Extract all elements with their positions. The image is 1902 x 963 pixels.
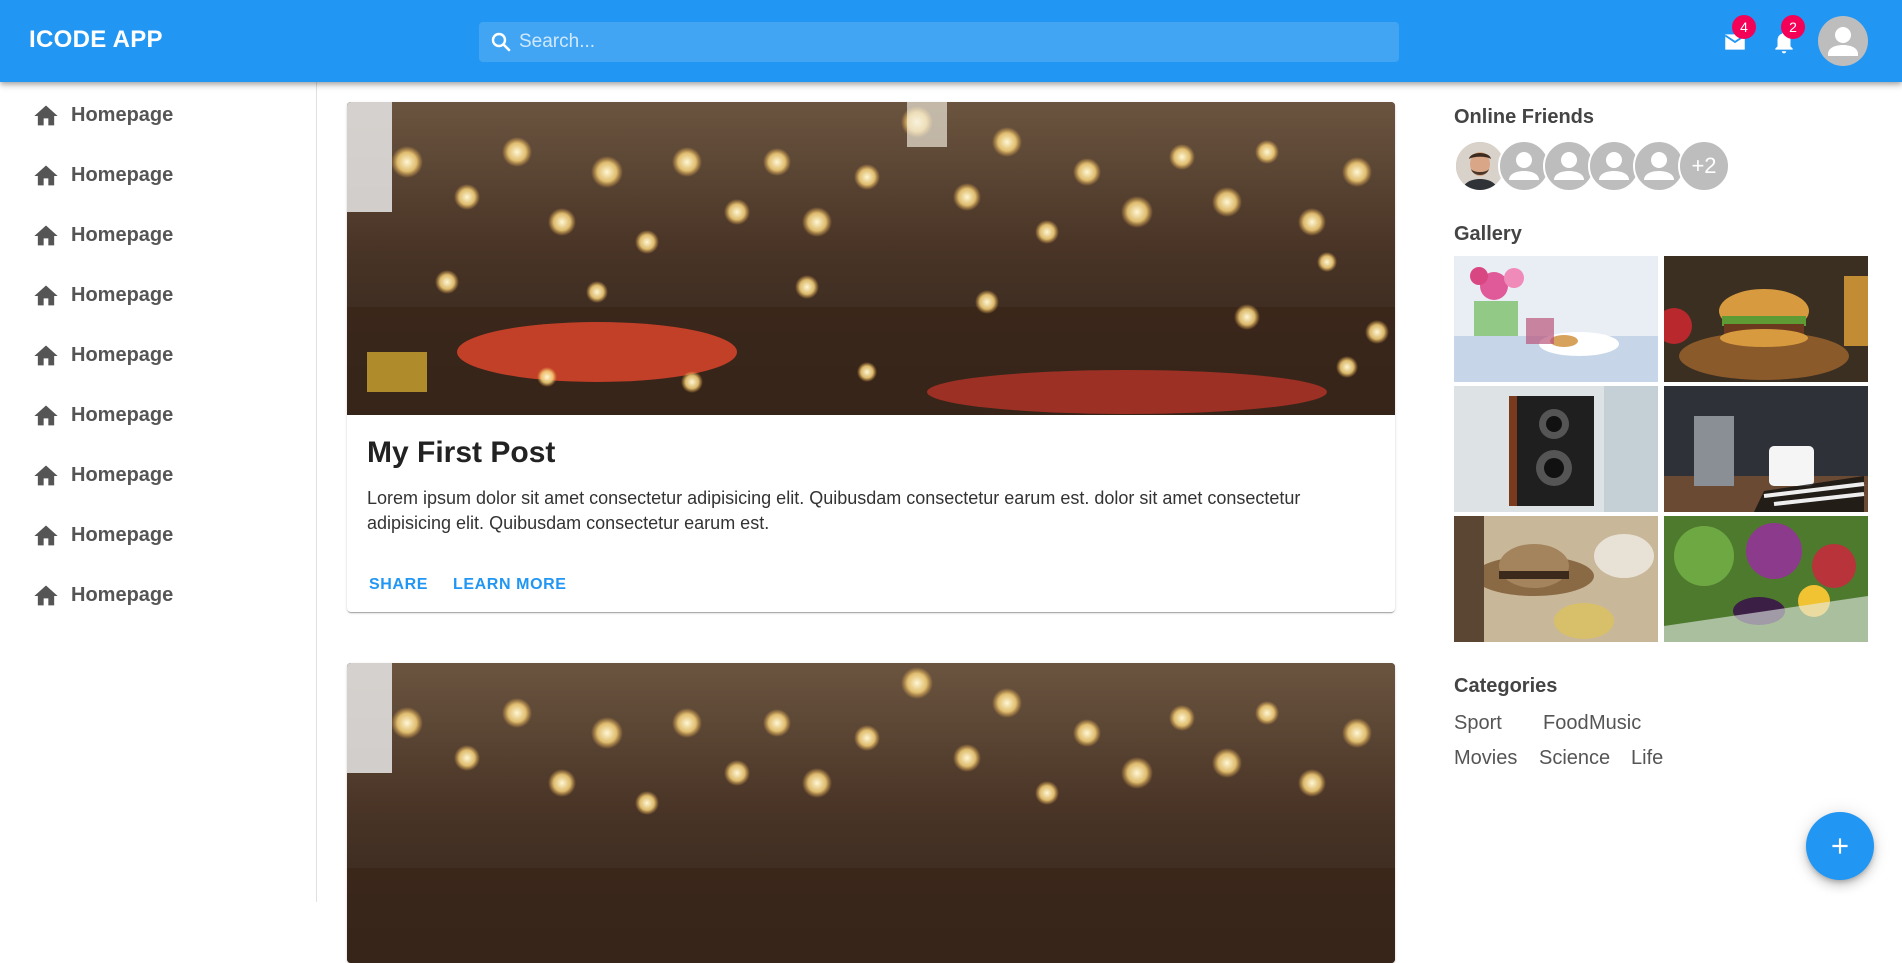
sidebar-item-homepage[interactable]: Homepage [0, 202, 316, 262]
category-link[interactable]: Science [1539, 747, 1610, 770]
bokeh-image [347, 102, 1395, 415]
sidebar-item-homepage[interactable]: Homepage [0, 142, 316, 202]
friends-more-count[interactable]: +2 [1678, 140, 1730, 192]
sidebar-item-label: Homepage [71, 104, 174, 126]
sidebar-item-label: Homepage [71, 404, 174, 426]
home-icon [34, 285, 58, 306]
friend-photo [1456, 142, 1504, 190]
search-box[interactable] [479, 22, 1399, 62]
add-button[interactable] [1806, 812, 1874, 880]
sidebar-item-homepage[interactable]: Homepage [0, 322, 316, 382]
category-link[interactable]: Sport [1454, 712, 1502, 735]
person-icon [1554, 152, 1584, 180]
notifications-badge: 2 [1781, 15, 1805, 39]
home-icon [34, 165, 58, 186]
sidebar-item-label: Homepage [71, 224, 174, 246]
sidebar-item-homepage[interactable]: Homepage [0, 82, 316, 142]
category-link[interactable]: Movies [1454, 747, 1517, 770]
post-card [347, 663, 1395, 963]
category-link[interactable]: Music [1589, 712, 1641, 735]
sidebar-item-homepage[interactable]: Homepage [0, 562, 316, 622]
sidebar-item-label: Homepage [71, 584, 174, 606]
learn-more-button[interactable]: LEARN MORE [449, 570, 571, 600]
gallery-image[interactable] [1454, 256, 1658, 382]
app-bar: ICODE APP 4 2 [0, 0, 1902, 82]
sidebar-item-homepage[interactable]: Homepage [0, 262, 316, 322]
home-icon [34, 225, 58, 246]
sidebar-item-label: Homepage [71, 464, 174, 486]
share-button[interactable]: SHARE [365, 570, 432, 600]
sidebar-item-homepage[interactable]: Homepage [0, 442, 316, 502]
gallery-image[interactable] [1664, 386, 1868, 512]
home-icon [34, 105, 58, 126]
home-icon [34, 405, 58, 426]
mail-button[interactable]: 4 [1714, 15, 1756, 61]
gallery-image[interactable] [1664, 516, 1868, 642]
home-icon [34, 465, 58, 486]
home-icon [34, 525, 58, 546]
gallery-image[interactable] [1454, 386, 1658, 512]
sidebar-item-homepage[interactable]: Homepage [0, 382, 316, 442]
notifications-button[interactable]: 2 [1763, 15, 1805, 61]
account-avatar[interactable] [1818, 16, 1868, 66]
sidebar-item-label: Homepage [71, 344, 174, 366]
app-title: ICODE APP [29, 26, 163, 53]
category-link[interactable]: Food [1543, 712, 1589, 735]
category-link[interactable]: Life [1631, 747, 1663, 770]
account-icon [1828, 27, 1858, 56]
online-friends-title: Online Friends [1454, 106, 1595, 128]
gallery-title: Gallery [1454, 223, 1522, 245]
post-image [347, 663, 1395, 963]
post-card: My First Post Lorem ipsum dolor sit amet… [347, 102, 1395, 612]
search-input[interactable] [519, 22, 1389, 62]
sidebar-item-homepage[interactable]: Homepage [0, 502, 316, 562]
mail-badge: 4 [1732, 15, 1756, 39]
post-image [347, 102, 1395, 415]
bokeh-image [347, 663, 1395, 963]
search-icon [491, 32, 511, 52]
home-icon [34, 585, 58, 606]
person-icon [1509, 152, 1539, 180]
add-icon [1832, 838, 1848, 854]
post-body: Lorem ipsum dolor sit amet consectetur a… [367, 488, 1301, 533]
gallery-image[interactable] [1664, 256, 1868, 382]
gallery-image[interactable] [1454, 516, 1658, 642]
sidebar-item-label: Homepage [71, 164, 174, 186]
sidebar-item-label: Homepage [71, 524, 174, 546]
sidebar: Homepage Homepage Homepage Homepage Home… [0, 82, 317, 902]
person-icon [1644, 152, 1674, 180]
person-icon [1599, 152, 1629, 180]
sidebar-item-label: Homepage [71, 284, 174, 306]
home-icon [34, 345, 58, 366]
categories-title: Categories [1454, 675, 1558, 697]
post-title: My First Post [367, 436, 556, 469]
